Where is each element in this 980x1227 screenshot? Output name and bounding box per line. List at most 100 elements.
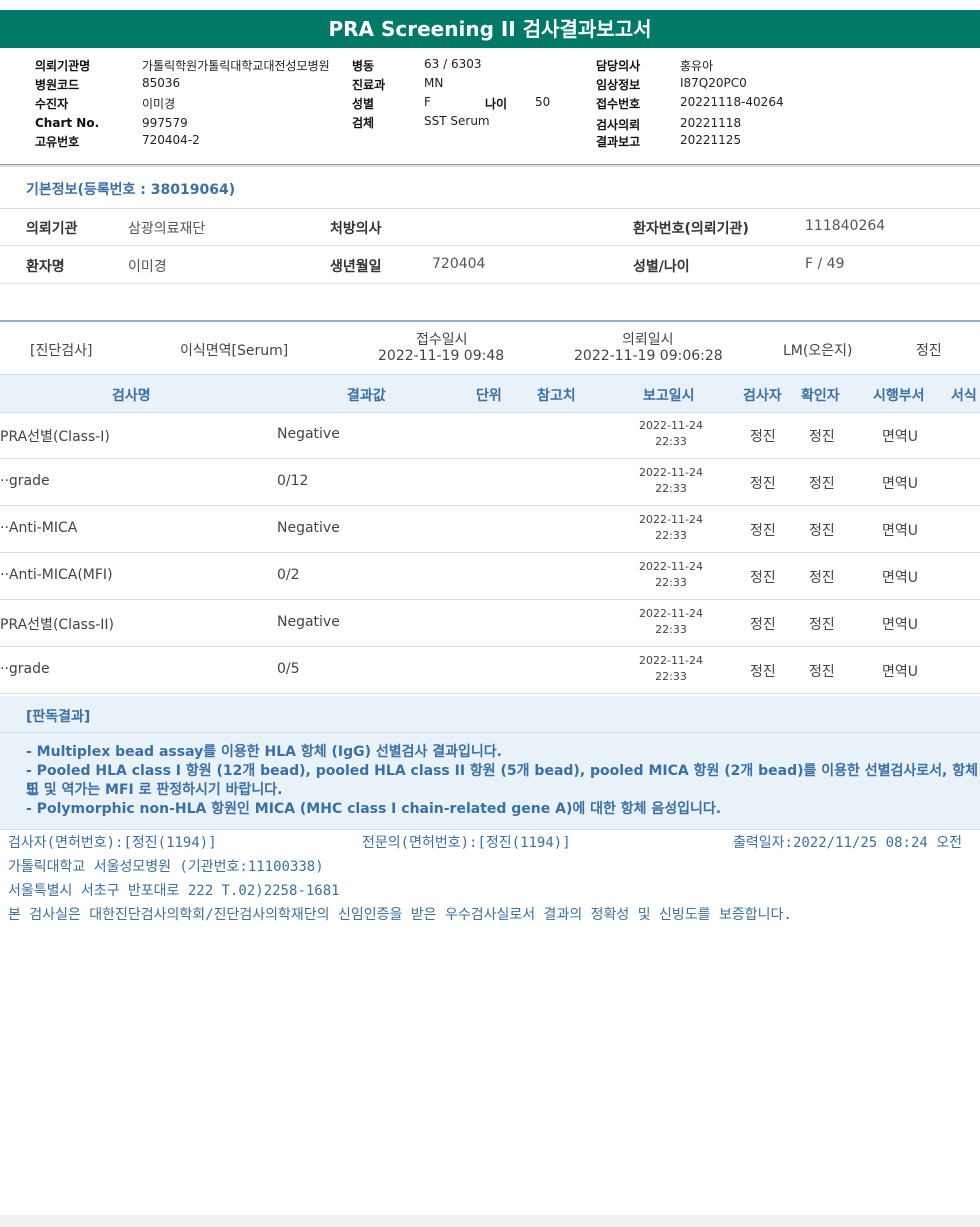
col-report-date: 보고일시 bbox=[643, 388, 695, 404]
receipt-no-label: 접수번호 bbox=[596, 97, 641, 111]
row-result: 0/5 bbox=[277, 661, 300, 677]
footer-tester: 검사자(면허번호):[정진(1194)] bbox=[8, 835, 217, 851]
chart-no: 997579 bbox=[142, 116, 188, 130]
basic-info-section: 기본정보(등록번호 : 38019064) bbox=[0, 168, 980, 209]
row-report-date: 2022-11-24 bbox=[639, 560, 703, 573]
row-tester: 정진 bbox=[750, 429, 776, 445]
row-report-date: 2022-11-24 bbox=[639, 513, 703, 526]
table-row: ··Anti-MICA Negative 정진 정진 면역U 2022-11-24 22:3… bbox=[0, 506, 980, 553]
row-test-name: PRA선별(Class-II) bbox=[0, 617, 115, 633]
row-confirmer: 정진 bbox=[809, 476, 835, 492]
interpretation-line: - Multiplex bead assay를 이용한 HLA 항체 (IgG)… bbox=[26, 744, 502, 760]
row-report-date: 2022-11-24 bbox=[639, 466, 703, 479]
basic-info-row-1: 의뢰기관 삼광의료재단 처방의사 환자번호(의뢰기관) 111840264 bbox=[0, 208, 980, 246]
row-tester: 정진 bbox=[750, 664, 776, 680]
receipt-no: 20221118-40264 bbox=[680, 95, 784, 109]
table-row: ··grade 0/12 정진 정진 면역U 2022-11-24 22:33 bbox=[0, 459, 980, 506]
report-header: 의뢰기관명 가톨릭학원가톨릭대학교대전성모병원 병원코드 85036 수진자 이… bbox=[0, 50, 980, 162]
row-report-datetime: 2022-11-24 22:33 bbox=[636, 418, 706, 450]
row-report-time: 22:33 bbox=[655, 435, 687, 448]
sex-age-label: 성별/나이 bbox=[633, 259, 690, 275]
clinical-info: I87Q20PC0 bbox=[680, 76, 747, 90]
interpretation-title: [판독결과] bbox=[26, 709, 91, 725]
row-test-name: ··Anti-MICA bbox=[0, 520, 78, 536]
header-shadow bbox=[0, 165, 980, 167]
col-tester: 검사자 bbox=[743, 388, 782, 404]
row-department: 면역U bbox=[882, 429, 919, 445]
department: MN bbox=[424, 76, 444, 90]
lm-name: LM(오은지) bbox=[783, 343, 853, 359]
institution: 삼광의료재단 bbox=[128, 221, 206, 237]
specimen-label: 검체 bbox=[352, 116, 375, 130]
col-result: 결과값 bbox=[347, 388, 386, 404]
specimen: SST Serum bbox=[424, 114, 490, 128]
doctor: 홍유아 bbox=[680, 59, 714, 73]
row-report-datetime: 2022-11-24 22:33 bbox=[636, 606, 706, 638]
col-format: 서식 bbox=[951, 388, 977, 404]
row-test-name: ··grade bbox=[0, 473, 50, 489]
row-report-time: 22:33 bbox=[655, 529, 687, 542]
result-report: 20221125 bbox=[680, 133, 742, 147]
row-report-datetime: 2022-11-24 22:33 bbox=[636, 512, 706, 544]
hospital-code-label: 병원코드 bbox=[35, 78, 80, 92]
row-report-datetime: 2022-11-24 22:33 bbox=[636, 559, 706, 591]
test-category: [진단검사] bbox=[30, 343, 93, 359]
col-department: 시행부서 bbox=[873, 388, 925, 404]
examinee-label: 수진자 bbox=[35, 97, 69, 111]
col-test-name: 검사명 bbox=[112, 388, 151, 404]
table-row: PRA선별(Class-II) Negative 정진 정진 면역U 2022-11-24… bbox=[0, 600, 980, 647]
col-reference: 참고치 bbox=[537, 388, 576, 404]
row-test-name: PRA선별(Class-I) bbox=[0, 429, 110, 445]
row-confirmer: 정진 bbox=[809, 570, 835, 586]
row-department: 면역U bbox=[882, 476, 919, 492]
sex-age: F / 49 bbox=[805, 256, 845, 272]
interpretation-line: - Polymorphic non-HLA 항원인 MICA (MHC clas… bbox=[26, 801, 722, 817]
birth: 720404 bbox=[432, 256, 486, 272]
row-report-datetime: 2022-11-24 22:33 bbox=[636, 653, 706, 685]
col-unit: 단위 bbox=[476, 388, 502, 404]
birth-label: 생년월일 bbox=[330, 259, 382, 275]
requested-datetime: 2022-11-19 09:06:28 bbox=[574, 348, 723, 364]
results-column-header: 검사명 결과값 단위 참고치 보고일시 검사자 확인자 시행부서 서식 bbox=[0, 374, 980, 413]
basic-info-row-2: 환자명 이미경 생년월일 720404 성별/나이 F / 49 bbox=[0, 246, 980, 284]
clinical-info-label: 임상정보 bbox=[596, 78, 641, 92]
patient-name: 이미경 bbox=[128, 259, 167, 275]
row-test-name: ··Anti-MICA(MFI) bbox=[0, 567, 113, 583]
report-title: PRA Screening II 검사결과보고서 bbox=[0, 10, 980, 48]
row-department: 면역U bbox=[882, 617, 919, 633]
examinee: 이미경 bbox=[142, 97, 176, 111]
row-tester: 정진 bbox=[750, 523, 776, 539]
patient-name-label: 환자명 bbox=[26, 259, 65, 275]
row-confirmer: 정진 bbox=[809, 429, 835, 445]
row-department: 면역U bbox=[882, 664, 919, 680]
row-test-name: ··grade bbox=[0, 661, 50, 677]
row-report-time: 22:33 bbox=[655, 670, 687, 683]
patient-no: 111840264 bbox=[805, 218, 886, 234]
row-result: Negative bbox=[277, 520, 340, 536]
test-request-label: 검사의뢰 bbox=[596, 118, 641, 132]
row-report-time: 22:33 bbox=[655, 482, 687, 495]
age-label: 나이 bbox=[485, 97, 508, 111]
row-department: 면역U bbox=[882, 523, 919, 539]
row-result: 0/2 bbox=[277, 567, 300, 583]
footer-specialist: 전문의(면허번호):[정진(1194)] bbox=[362, 835, 571, 851]
ward: 63 / 6303 bbox=[424, 57, 482, 71]
requested-label: 의뢰일시 bbox=[622, 332, 674, 348]
row-result: Negative bbox=[277, 614, 340, 630]
page-bottom-bar bbox=[0, 1215, 980, 1227]
row-confirmer: 정진 bbox=[809, 617, 835, 633]
footer-address: 서울특별시 서초구 반포대로 222 T.02)2258-1681 bbox=[8, 883, 340, 899]
result-report-label: 결과보고 bbox=[596, 135, 641, 149]
test-request: 20221118 bbox=[680, 116, 742, 130]
chart-no-label: Chart No. bbox=[35, 116, 100, 130]
row-report-datetime: 2022-11-24 22:33 bbox=[636, 465, 706, 497]
row-report-date: 2022-11-24 bbox=[639, 419, 703, 432]
reviewer-name: 정진 bbox=[916, 343, 942, 359]
row-tester: 정진 bbox=[750, 617, 776, 633]
table-row: ··Anti-MICA(MFI) 0/2 정진 정진 면역U 2022-11-24 22:3… bbox=[0, 553, 980, 600]
ward-label: 병동 bbox=[352, 59, 375, 73]
test-type: 이식면역[Serum] bbox=[180, 343, 289, 359]
row-result: Negative bbox=[277, 426, 340, 442]
row-report-time: 22:33 bbox=[655, 623, 687, 636]
basic-info-title: 기본정보(등록번호 : 38019064) bbox=[26, 182, 236, 198]
